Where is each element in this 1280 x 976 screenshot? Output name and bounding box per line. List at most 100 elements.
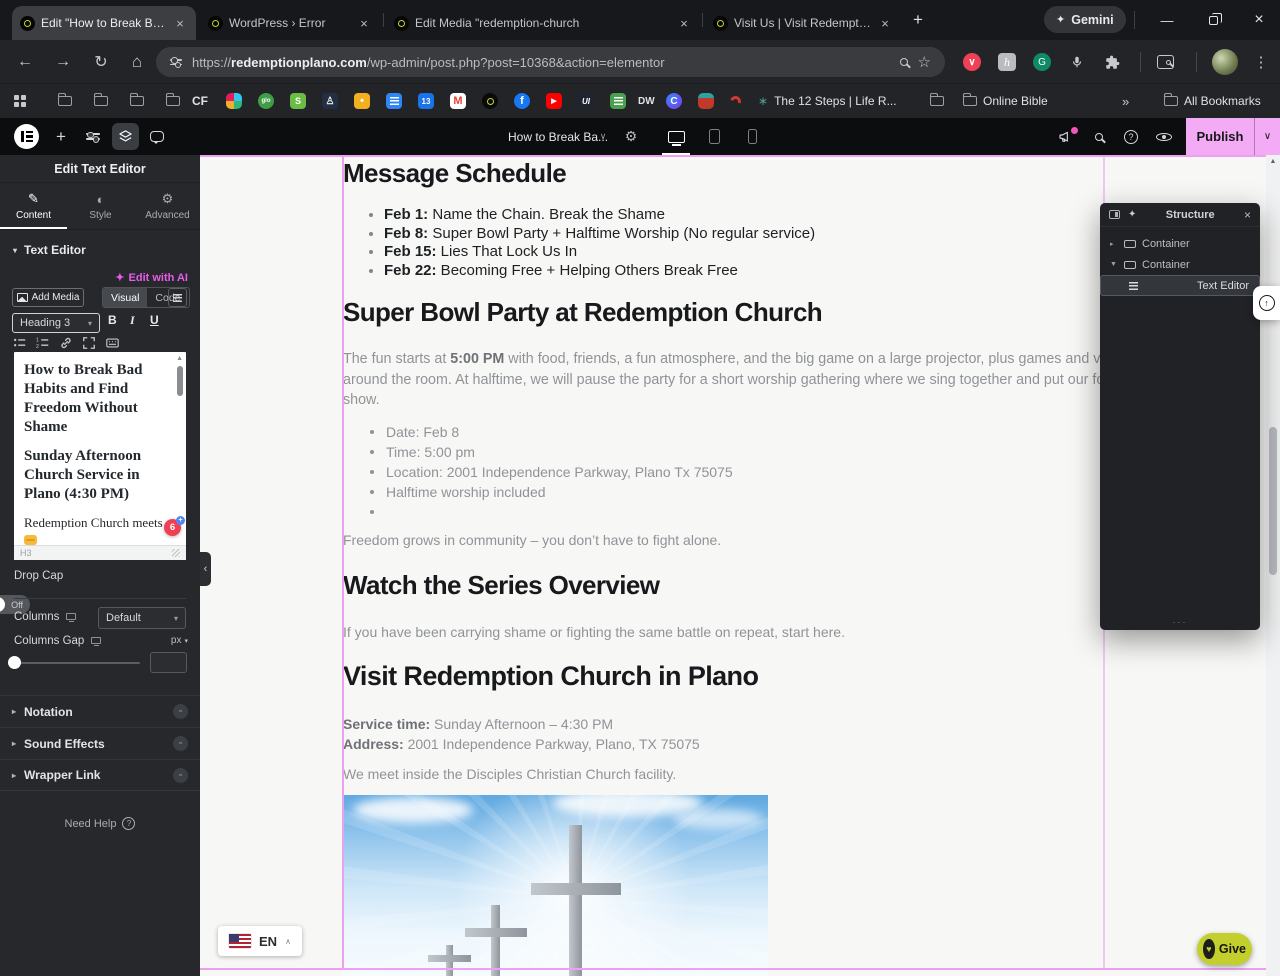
address-line[interactable]: Address: 2001 Independence Parkway, Plan… bbox=[343, 736, 700, 752]
language-switcher[interactable]: EN ∧ bbox=[218, 926, 302, 956]
bookmark-list-icon[interactable] bbox=[610, 92, 626, 110]
section-sound-effects[interactable]: ▸ Sound Effects ▫ bbox=[0, 727, 200, 759]
desktop-preview-icon[interactable] bbox=[662, 118, 690, 155]
zoom-icon[interactable] bbox=[900, 58, 908, 66]
tab-wordpress-error[interactable]: WordPress › Error × bbox=[200, 6, 380, 40]
bookmark-youtube-icon[interactable]: ▶ bbox=[546, 92, 562, 110]
document-switcher-chevron-icon[interactable]: ∨ bbox=[596, 118, 610, 155]
bookmark-subsplash-icon[interactable]: S bbox=[290, 92, 306, 110]
super-bowl-paragraph[interactable]: The fun starts at 5:00 PM with food, fri… bbox=[343, 349, 1103, 411]
watch-series-line[interactable]: If you have been carrying shame or fight… bbox=[343, 624, 845, 640]
section-notation[interactable]: ▸ Notation ▫ bbox=[0, 695, 200, 727]
bookmark-online-bible[interactable]: Online Bible bbox=[963, 92, 1048, 110]
editor-heading[interactable]: How to Break Bad Habits and Find Freedom… bbox=[24, 361, 168, 437]
grammarly-extension-icon[interactable]: G bbox=[1033, 53, 1051, 71]
responsive-monitor-icon[interactable] bbox=[66, 613, 76, 620]
structure-item-container-2[interactable]: ▼ Container bbox=[1100, 254, 1260, 275]
visual-tab[interactable]: Visual bbox=[103, 288, 147, 307]
forward-icon[interactable]: → bbox=[46, 40, 80, 84]
wysiwyg-editor[interactable]: How to Break Bad Habits and Find Freedom… bbox=[14, 352, 186, 560]
bookmark-twelve-steps[interactable]: ∗ The 12 Steps | Life R... bbox=[758, 92, 897, 110]
structure-item-container-1[interactable]: ▸ Container bbox=[1100, 233, 1260, 254]
bold-button[interactable]: B bbox=[108, 313, 117, 327]
bookmark-red-teal-icon[interactable] bbox=[698, 92, 714, 110]
finder-search-icon[interactable] bbox=[1086, 118, 1112, 155]
back-icon[interactable]: ← bbox=[8, 40, 42, 84]
bookmark-redemption-icon[interactable] bbox=[482, 92, 498, 110]
tab-close-icon[interactable]: × bbox=[356, 16, 372, 31]
edit-with-ai-button[interactable]: ✦ Edit with AI bbox=[115, 271, 188, 284]
pocket-extension-icon[interactable]: ∨ bbox=[963, 53, 981, 71]
italic-button[interactable]: I bbox=[130, 313, 135, 328]
site-settings-icon[interactable] bbox=[80, 118, 106, 155]
tab-visit-us[interactable]: Visit Us | Visit Redemption Chu × bbox=[705, 6, 901, 40]
bookmarks-overflow-chevron[interactable]: » bbox=[1122, 92, 1129, 110]
new-tab-button[interactable]: + bbox=[900, 0, 936, 40]
tab-close-icon[interactable]: × bbox=[676, 16, 692, 31]
panel-collapse-handle[interactable]: ‹ bbox=[200, 552, 211, 586]
scroll-up-arrow[interactable]: ▲ bbox=[1266, 158, 1280, 165]
close-window-button[interactable]: × bbox=[1238, 0, 1280, 40]
section-wrapper-link[interactable]: ▸ Wrapper Link ▫ bbox=[0, 759, 200, 791]
elementor-logo[interactable] bbox=[14, 118, 39, 155]
bookmark-folder[interactable] bbox=[130, 92, 144, 110]
bookmark-folder[interactable] bbox=[930, 92, 944, 110]
heading-message-schedule[interactable]: Message Schedule bbox=[343, 158, 566, 189]
publish-button[interactable]: Publish bbox=[1186, 118, 1254, 155]
heading-visit[interactable]: Visit Redemption Church in Plano bbox=[343, 661, 758, 692]
gap-unit-select[interactable]: px▾ bbox=[171, 635, 188, 646]
mic-icon[interactable] bbox=[1068, 53, 1086, 71]
gap-slider-knob[interactable] bbox=[8, 656, 21, 669]
tab-style[interactable]: ◐ Style bbox=[67, 183, 134, 229]
close-structure-icon[interactable]: × bbox=[1244, 208, 1251, 222]
format-select[interactable]: Heading 3▾ bbox=[12, 313, 100, 333]
bookmark-c-icon[interactable]: C bbox=[666, 92, 682, 110]
bookmark-statue-icon[interactable]: ♙ bbox=[322, 92, 338, 110]
toolbar-toggle-icon[interactable] bbox=[168, 288, 187, 307]
give-button[interactable]: ♥ Give bbox=[1197, 933, 1252, 965]
resize-grip[interactable] bbox=[172, 549, 180, 557]
add-media-button[interactable]: Add Media bbox=[12, 288, 84, 307]
structure-item-text-editor[interactable]: Text Editor bbox=[1100, 275, 1260, 296]
all-bookmarks[interactable]: All Bookmarks bbox=[1164, 92, 1261, 110]
restore-button[interactable] bbox=[1192, 0, 1234, 40]
responsive-monitor-icon[interactable] bbox=[91, 637, 101, 644]
whats-new-icon[interactable] bbox=[1052, 118, 1080, 155]
site-info-icon[interactable] bbox=[170, 59, 182, 65]
honey-extension-icon[interactable]: h bbox=[998, 53, 1016, 71]
structure-resize-handle[interactable]: ··· bbox=[1100, 617, 1260, 627]
bookmark-dw[interactable]: DW bbox=[638, 92, 655, 110]
bookmark-keep-icon[interactable]: • bbox=[354, 92, 370, 110]
sidebar-search-icon[interactable] bbox=[1156, 53, 1174, 71]
canvas-scrollbar[interactable]: ▲ bbox=[1266, 155, 1280, 976]
editor-scrollbar-thumb[interactable] bbox=[177, 366, 183, 396]
dock-panel-icon[interactable] bbox=[1109, 210, 1120, 219]
bookmark-gmail-icon[interactable]: M bbox=[450, 92, 466, 110]
underline-button[interactable]: U bbox=[150, 313, 159, 327]
bookmark-cf[interactable]: CF bbox=[192, 92, 208, 110]
tab-edit-post[interactable]: Edit "How to Break Bad Habits × bbox=[12, 6, 196, 40]
home-icon[interactable]: ⌂ bbox=[120, 40, 154, 84]
gap-value-input[interactable] bbox=[150, 652, 187, 673]
bookmark-folder[interactable] bbox=[58, 92, 72, 110]
event-details-list[interactable]: Date: Feb 8 Time: 5:00 pm Location: 2001… bbox=[368, 422, 733, 502]
bookmark-facebook-icon[interactable]: f bbox=[514, 92, 530, 110]
heading-super-bowl[interactable]: Super Bowl Party at Redemption Church bbox=[343, 297, 822, 328]
gap-slider-track[interactable] bbox=[14, 662, 140, 664]
tab-edit-media[interactable]: Edit Media "redemption-church × bbox=[386, 6, 700, 40]
need-help-link[interactable]: Need Help ? bbox=[0, 817, 200, 830]
tab-content[interactable]: ✎ Content bbox=[0, 183, 67, 229]
message-schedule-list[interactable]: Feb 1: Name the Chain. Break the Shame F… bbox=[368, 206, 815, 280]
bookmark-folder[interactable] bbox=[94, 92, 108, 110]
extensions-puzzle-icon[interactable] bbox=[1103, 53, 1121, 71]
bookmark-star-icon[interactable]: ☆ bbox=[918, 53, 931, 71]
minimize-button[interactable]: — bbox=[1146, 0, 1188, 40]
add-element-icon[interactable]: + bbox=[48, 118, 74, 155]
bookmark-slack-icon[interactable] bbox=[226, 92, 242, 110]
preview-eye-icon[interactable] bbox=[1150, 118, 1178, 155]
apps-grid-icon[interactable] bbox=[14, 92, 26, 110]
tab-close-icon[interactable]: × bbox=[877, 16, 893, 31]
mobile-preview-icon[interactable] bbox=[738, 118, 766, 155]
bookmark-folder[interactable] bbox=[166, 92, 180, 110]
notes-icon[interactable] bbox=[144, 118, 170, 155]
